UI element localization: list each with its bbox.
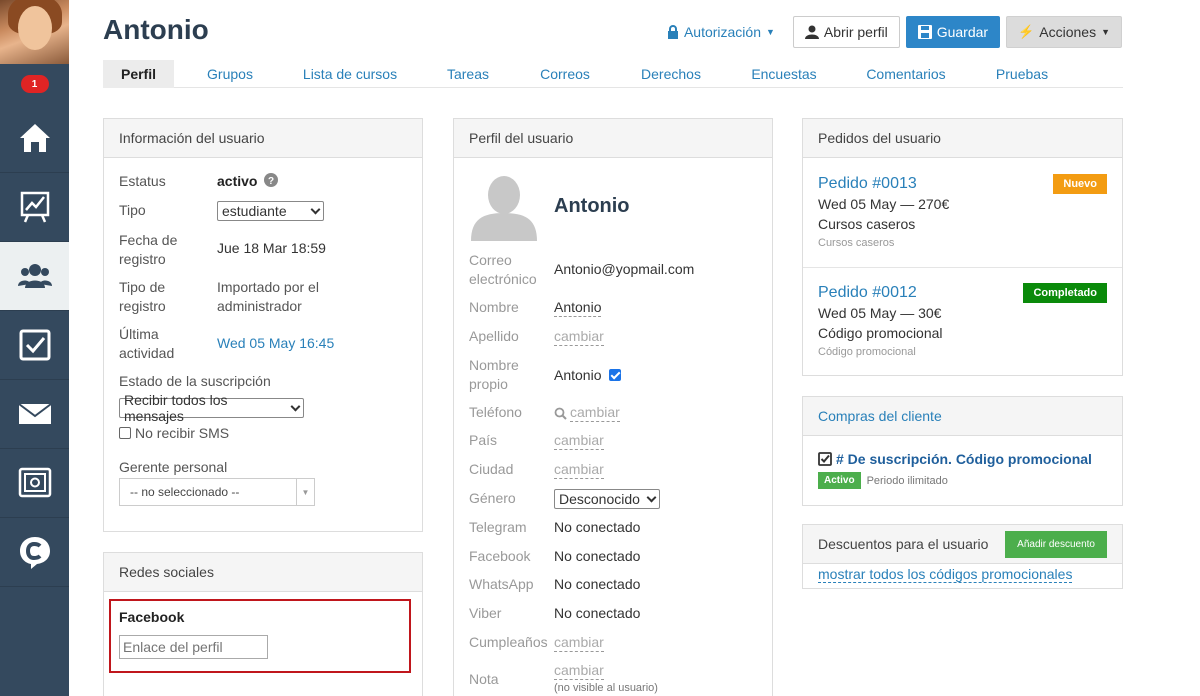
search-icon <box>554 407 567 420</box>
chevron-down-icon <box>646 492 657 502</box>
sidebar: 1 <box>0 0 69 696</box>
registration-date-value: Jue 18 Mar 18:59 <box>217 240 326 256</box>
purchase-link[interactable]: # De suscripción. Código promocional <box>836 451 1092 467</box>
safe-icon[interactable] <box>0 449 69 518</box>
help-icon[interactable]: ? <box>264 173 278 190</box>
caret-down-icon: ▼ <box>1101 27 1110 37</box>
birthday-field[interactable]: cambiar <box>554 634 604 652</box>
add-discount-button[interactable]: Añadir descuento <box>1005 530 1107 558</box>
notification-badge[interactable]: 1 <box>20 75 49 93</box>
status-badge: Activo <box>818 472 861 489</box>
phone-field[interactable]: cambiar <box>570 404 620 422</box>
email-value: Antonio@yopmail.com <box>554 261 695 277</box>
tab-comentarios[interactable]: Comentarios <box>834 60 978 88</box>
note-field[interactable]: cambiar <box>554 662 604 680</box>
triangle-down-icon: ▼ <box>296 479 314 505</box>
tab-tareas[interactable]: Tareas <box>414 60 522 88</box>
home-icon[interactable] <box>0 104 69 173</box>
show-all-codes-link[interactable]: mostrar todos los códigos promocionales <box>818 566 1073 583</box>
tab-bar: Perfil Grupos Lista de cursos Tareas Cor… <box>103 59 1123 88</box>
country-field[interactable]: cambiar <box>554 432 604 450</box>
profile-name: Antonio <box>554 195 630 217</box>
page-title: Antonio <box>103 14 209 45</box>
tab-lista-de-cursos[interactable]: Lista de cursos <box>286 60 414 88</box>
actions-dropdown[interactable]: ⚡ Acciones ▼ <box>1006 16 1122 48</box>
purchases-panel: Compras del cliente # De suscripción. Có… <box>802 396 1123 506</box>
facebook-status: No conectado <box>554 548 641 564</box>
gender-select[interactable]: Desconocido <box>554 489 660 509</box>
authorization-dropdown[interactable]: Autorización ▼ <box>655 24 787 40</box>
chevron-down-icon <box>310 204 321 214</box>
own-name-checkbox[interactable] <box>609 369 622 381</box>
status-badge: Nuevo <box>1053 174 1107 194</box>
avatar-placeholder-icon <box>469 175 539 244</box>
mail-icon[interactable] <box>0 380 69 449</box>
facebook-profile-input[interactable] <box>119 635 268 659</box>
note-hint: (no visible al usuario) <box>554 682 658 694</box>
svg-text:?: ? <box>268 176 274 187</box>
first-name-field[interactable]: Antonio <box>554 299 602 317</box>
users-icon[interactable] <box>0 242 69 311</box>
last-activity-link[interactable]: Wed 05 May 16:45 <box>217 335 334 351</box>
tab-derechos[interactable]: Derechos <box>608 60 734 88</box>
chart-icon[interactable] <box>0 173 69 242</box>
no-sms-checkbox[interactable]: No recibir SMS <box>119 425 229 441</box>
user-icon <box>804 25 819 39</box>
save-button[interactable]: Guardar <box>905 16 1001 48</box>
checkbox-icon[interactable] <box>0 311 69 380</box>
open-profile-button[interactable]: Abrir perfil <box>792 16 900 48</box>
status-badge: Completado <box>1023 283 1107 303</box>
city-field[interactable]: cambiar <box>554 461 604 479</box>
caret-down-icon: ▼ <box>766 27 775 37</box>
type-select[interactable]: estudiante <box>217 201 324 221</box>
own-name-value: Antonio <box>554 367 602 383</box>
order-link[interactable]: Pedido #0012 <box>818 284 917 302</box>
manager-select[interactable]: -- no seleccionado -- ▼ <box>119 478 315 506</box>
tab-perfil[interactable]: Perfil <box>103 59 174 88</box>
viber-status: No conectado <box>554 605 641 621</box>
telegram-status: No conectado <box>554 519 641 535</box>
chat-logo-icon[interactable] <box>0 518 69 587</box>
purchases-heading[interactable]: Compras del cliente <box>803 397 1122 436</box>
tab-grupos[interactable]: Grupos <box>174 60 286 88</box>
order-item: Pedido #0012 Wed 05 May — 30€ Código pro… <box>803 268 1122 376</box>
whatsapp-status: No conectado <box>554 576 641 592</box>
registration-type-value: Importado por el administrador <box>217 279 319 314</box>
order-item: Pedido #0013 Wed 05 May — 270€ Cursos ca… <box>803 159 1122 268</box>
order-link[interactable]: Pedido #0013 <box>818 175 917 193</box>
user-info-panel: Información del usuario Estatus activo ?… <box>103 118 423 532</box>
status-value: activo <box>217 173 258 189</box>
avatar[interactable] <box>0 0 69 64</box>
discounts-panel: Descuentos para el usuario Añadir descue… <box>802 524 1123 589</box>
orders-panel: Pedidos del usuario Pedido #0013 Wed 05 … <box>802 118 1123 376</box>
profile-panel: Perfil del usuario Antonio Correo electr… <box>453 118 773 696</box>
last-name-field[interactable]: cambiar <box>554 328 604 346</box>
panel-heading: Información del usuario <box>104 119 422 158</box>
chevron-down-icon <box>290 401 301 411</box>
lock-icon <box>667 25 678 39</box>
tab-correos[interactable]: Correos <box>522 60 608 88</box>
tab-encuestas[interactable]: Encuestas <box>734 60 834 88</box>
subscription-select[interactable]: Recibir todos los mensajes <box>119 392 304 424</box>
floppy-disk-icon <box>917 25 932 39</box>
checked-square-icon <box>818 452 832 466</box>
bolt-icon: ⚡ <box>1018 24 1035 39</box>
social-panel: Redes sociales Facebook <box>103 552 423 696</box>
tab-pruebas[interactable]: Pruebas <box>978 60 1066 88</box>
